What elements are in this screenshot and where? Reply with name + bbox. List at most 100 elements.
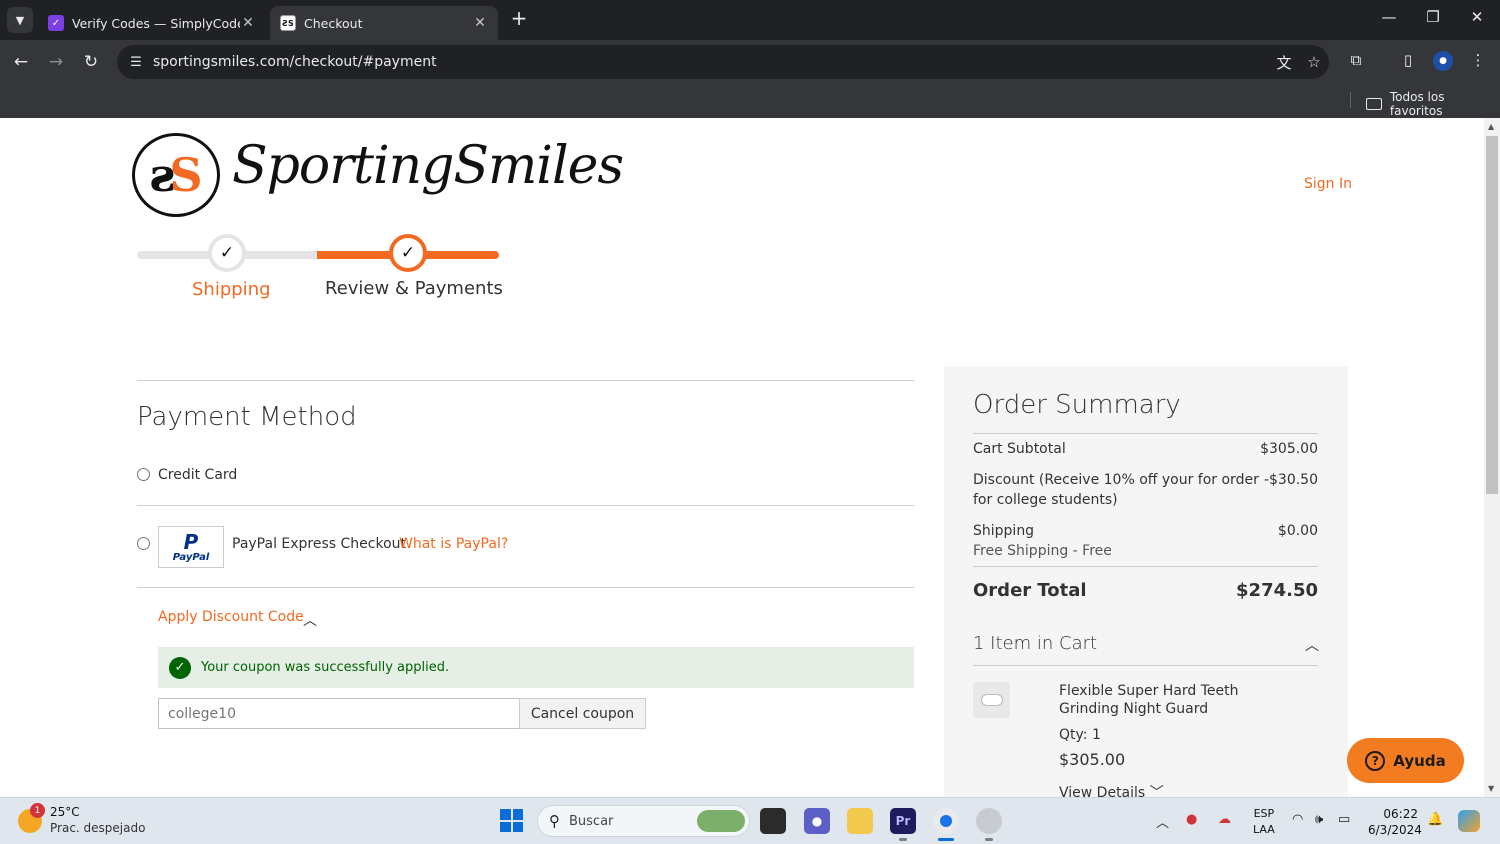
notifications-bell-icon[interactable]: 🔔: [1427, 812, 1443, 827]
help-label: Ayuda: [1393, 751, 1446, 770]
chrome-icon[interactable]: [933, 808, 959, 834]
layout-code: LAA: [1253, 823, 1275, 836]
clock[interactable]: 06:22 6/3/2024: [1368, 806, 1422, 838]
menu-kebab-icon[interactable]: ⋮: [1466, 51, 1490, 73]
step-shipping-check-icon: ✓: [208, 234, 246, 272]
reload-icon[interactable]: ↻: [79, 50, 103, 74]
volume-icon[interactable]: 🕪: [1315, 812, 1323, 827]
all-bookmarks-button[interactable]: Todos los favoritos: [1366, 90, 1500, 118]
tray-overflow-chevron-icon[interactable]: ︿: [1156, 812, 1169, 831]
side-panel-icon[interactable]: ▯: [1396, 51, 1420, 73]
cart-subtotal-value: $305.00: [1260, 441, 1318, 457]
paypal-radio[interactable]: [137, 537, 150, 550]
paypal-logo-icon: P PayPal: [158, 526, 224, 568]
scroll-down-icon[interactable]: ▼: [1488, 784, 1496, 793]
input-language[interactable]: ESP LAA: [1253, 806, 1275, 838]
weather-temp[interactable]: 25°C: [50, 805, 80, 819]
order-total-row: Order Total $274.50: [973, 580, 1318, 601]
tab-simplycodes[interactable]: ✓ Verify Codes — SimplyCodes ✕: [38, 6, 266, 40]
task-view-icon[interactable]: [760, 808, 786, 834]
what-is-paypal-link[interactable]: What is PayPal?: [399, 536, 508, 552]
bookmark-star-icon[interactable]: ☆: [1299, 53, 1329, 71]
back-icon[interactable]: ←: [9, 50, 33, 74]
product-qty: Qty: 1: [1059, 727, 1101, 743]
premiere-pro-icon[interactable]: Pr: [890, 808, 916, 834]
url-text[interactable]: sportingsmiles.com/checkout/#payment: [153, 54, 1269, 70]
search-highlight-icon: [697, 810, 745, 832]
page-scrollbar[interactable]: ▲ ▼: [1484, 118, 1500, 797]
battery-icon[interactable]: ▭: [1338, 812, 1350, 827]
tab-close-icon[interactable]: ✕: [472, 15, 488, 31]
cancel-coupon-button[interactable]: Cancel coupon: [519, 698, 646, 729]
logo-mark-icon[interactable]: ƨS: [132, 133, 220, 217]
step-shipping-link[interactable]: Shipping: [192, 279, 271, 300]
divider: [137, 505, 914, 506]
browser-toolbar: ← → ↻ ☰ sportingsmiles.com/checkout/#pay…: [0, 40, 1500, 84]
payment-method-title: Payment Method: [137, 402, 357, 432]
bookmarks-bar: [0, 84, 1500, 118]
credit-card-label[interactable]: Credit Card: [158, 467, 237, 483]
tray-app-icon[interactable]: ●: [1186, 812, 1197, 827]
paypal-label[interactable]: PayPal Express Checkout: [232, 536, 406, 552]
view-details-toggle[interactable]: View Details ﹀: [1059, 782, 1164, 797]
cart-subtotal-label: Cart Subtotal: [973, 441, 1066, 457]
file-explorer-icon[interactable]: [847, 808, 873, 834]
translate-icon[interactable]: 文: [1269, 52, 1299, 73]
all-bookmarks-label: Todos los favoritos: [1389, 90, 1445, 118]
window-close-icon[interactable]: ✕: [1462, 8, 1492, 26]
discount-value: -$30.50: [1263, 472, 1318, 488]
clock-time: 06:22: [1383, 807, 1418, 821]
copilot-icon[interactable]: [1458, 810, 1480, 832]
divider: [137, 587, 914, 588]
paypal-logo-text: PayPal: [172, 551, 210, 563]
chevron-up-icon[interactable]: ︿: [1305, 635, 1319, 655]
divider: [973, 433, 1318, 434]
chevron-down-icon: ﹀: [1149, 785, 1164, 797]
folder-icon: [1366, 98, 1382, 110]
app-active-indicator: [938, 838, 954, 841]
tray-cloud-icon[interactable]: ☁: [1218, 812, 1231, 827]
items-in-cart-toggle[interactable]: 1 Item in Cart: [973, 633, 1097, 654]
apply-discount-toggle[interactable]: Apply Discount Code: [158, 609, 304, 625]
shipping-label: Shipping: [973, 523, 1035, 539]
step-review-label: Review & Payments: [325, 278, 503, 299]
site-settings-icon[interactable]: ☰: [125, 55, 147, 70]
shipping-method: Free Shipping - Free: [973, 543, 1112, 559]
address-bar[interactable]: ☰ sportingsmiles.com/checkout/#payment 文…: [117, 45, 1329, 79]
chat-app-icon[interactable]: ●: [804, 808, 830, 834]
tab-title: Verify Codes — SimplyCodes: [72, 15, 240, 31]
credit-card-radio[interactable]: [137, 468, 150, 481]
shipping-value: $0.00: [1277, 523, 1318, 539]
new-tab-icon[interactable]: +: [508, 8, 530, 30]
forward-icon[interactable]: →: [44, 50, 68, 74]
discount-code-input[interactable]: [158, 698, 520, 729]
success-check-icon: ✓: [169, 656, 191, 679]
tab-search-icon[interactable]: ▼: [7, 7, 33, 33]
windows-taskbar: [0, 797, 1500, 844]
weather-desc[interactable]: Prac. despejado: [50, 821, 145, 835]
chevron-up-icon[interactable]: ︿: [303, 610, 317, 630]
language-code: ESP: [1253, 807, 1275, 820]
logo-text[interactable]: SportingSmiles: [232, 136, 624, 196]
app-running-indicator: [899, 838, 907, 841]
tab-checkout[interactable]: ƧS Checkout ✕: [270, 6, 498, 40]
sign-in-link[interactable]: Sign In: [1304, 176, 1352, 192]
wifi-icon[interactable]: ◠: [1292, 812, 1303, 827]
order-summary-title: Order Summary: [973, 390, 1181, 420]
taskbar-search[interactable]: ⚲ Buscar: [537, 805, 750, 837]
tab-close-icon[interactable]: ✕: [240, 15, 256, 31]
extensions-icon[interactable]: ⧉: [1344, 51, 1368, 73]
scroll-up-icon[interactable]: ▲: [1488, 122, 1496, 131]
profile-avatar-icon[interactable]: ●: [1433, 51, 1453, 71]
order-total-value: $274.50: [1236, 580, 1318, 601]
weather-badge: 1: [30, 803, 45, 818]
minimize-icon[interactable]: —: [1374, 8, 1404, 26]
success-message-text: Your coupon was successfully applied.: [201, 660, 450, 675]
mouse-app-icon[interactable]: [976, 808, 1002, 834]
help-button[interactable]: ? Ayuda: [1347, 738, 1464, 783]
restore-icon[interactable]: ❐: [1418, 8, 1448, 26]
start-windows-icon[interactable]: [500, 809, 523, 832]
coupon-success-message: ✓ Your coupon was successfully applied.: [158, 647, 914, 688]
clock-date: 6/3/2024: [1368, 823, 1422, 837]
scrollbar-thumb[interactable]: [1486, 136, 1498, 494]
